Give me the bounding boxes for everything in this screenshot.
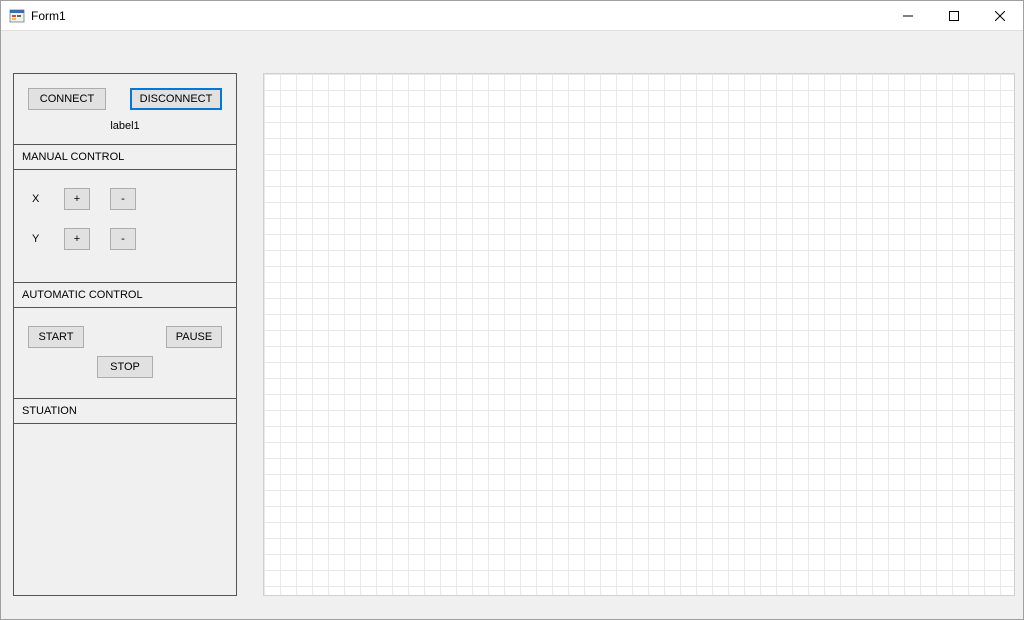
- situation-body: [14, 424, 236, 440]
- inner-frame: CONNECT DISCONNECT label1 MANUAL CONTROL…: [5, 35, 1019, 615]
- maximize-button[interactable]: [931, 1, 977, 31]
- window-controls: [885, 1, 1023, 31]
- situation-header: STUATION: [14, 399, 236, 423]
- x-plus-button[interactable]: +: [64, 188, 90, 210]
- left-panel: CONNECT DISCONNECT label1 MANUAL CONTROL…: [13, 73, 237, 596]
- y-plus-button[interactable]: +: [64, 228, 90, 250]
- app-icon: [9, 8, 25, 24]
- disconnect-button[interactable]: DISCONNECT: [130, 88, 222, 110]
- app-window: Form1 CONNECT DISCONNECT label: [0, 0, 1024, 620]
- pause-button[interactable]: PAUSE: [166, 326, 222, 348]
- connection-status-label: label1: [14, 116, 236, 144]
- automatic-control-section: AUTOMATIC CONTROL START PAUSE STOP: [14, 283, 236, 399]
- y-minus-button[interactable]: -: [110, 228, 136, 250]
- manual-control-section: MANUAL CONTROL X + - Y + -: [14, 145, 236, 283]
- close-icon: [995, 11, 1005, 21]
- situation-body-section: [14, 424, 236, 595]
- x-minus-button[interactable]: -: [110, 188, 136, 210]
- x-axis-label: X: [32, 193, 44, 205]
- connect-button[interactable]: CONNECT: [28, 88, 106, 110]
- situation-header-section: STUATION: [14, 399, 236, 424]
- minimize-icon: [903, 11, 913, 21]
- titlebar: Form1: [1, 1, 1023, 31]
- chart-area[interactable]: [263, 73, 1015, 596]
- maximize-icon: [949, 11, 959, 21]
- x-axis-row: X + -: [32, 188, 226, 210]
- client-area: CONNECT DISCONNECT label1 MANUAL CONTROL…: [1, 31, 1023, 619]
- manual-control-header: MANUAL CONTROL: [14, 145, 236, 170]
- start-button[interactable]: START: [28, 326, 84, 348]
- minimize-button[interactable]: [885, 1, 931, 31]
- close-button[interactable]: [977, 1, 1023, 31]
- connection-section: CONNECT DISCONNECT label1: [14, 74, 236, 145]
- y-axis-row: Y + -: [32, 228, 226, 250]
- automatic-control-header: AUTOMATIC CONTROL: [14, 283, 236, 308]
- titlebar-left: Form1: [9, 8, 66, 24]
- window-title: Form1: [31, 9, 66, 23]
- y-axis-label: Y: [32, 233, 44, 245]
- stop-button[interactable]: STOP: [97, 356, 153, 378]
